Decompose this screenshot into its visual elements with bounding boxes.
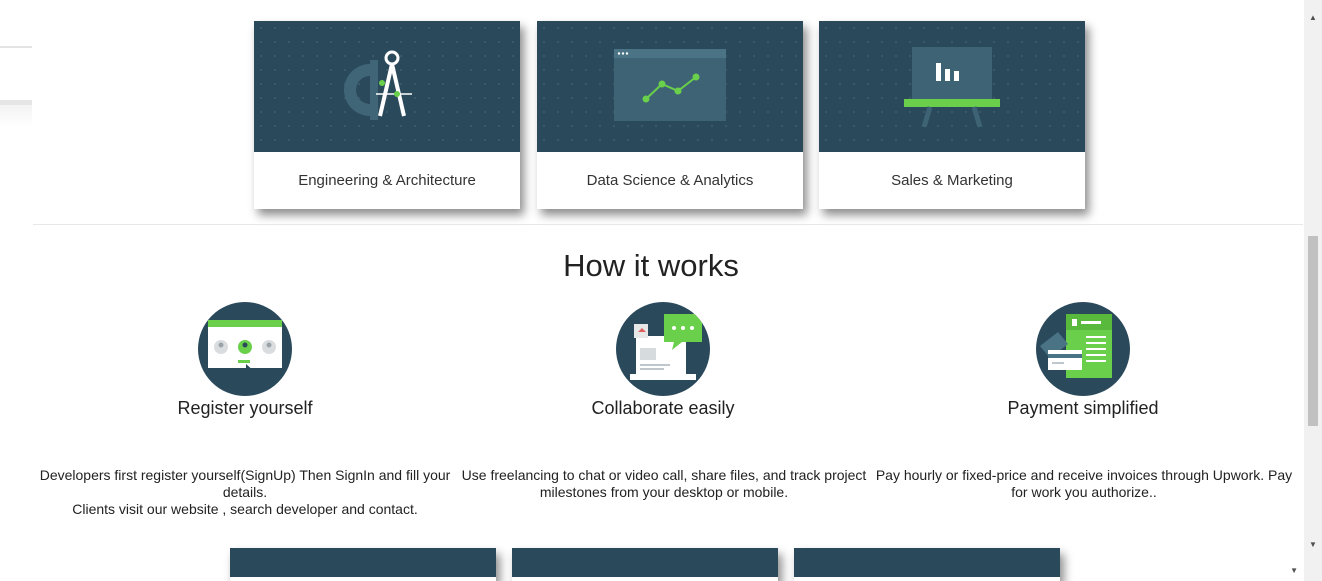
step-description-register: Developers first register yourself(SignU… bbox=[30, 467, 460, 518]
category-card-art bbox=[819, 21, 1085, 152]
category-card-data-science[interactable]: Data Science & Analytics bbox=[537, 21, 803, 209]
section-divider bbox=[33, 224, 1303, 225]
register-users-icon bbox=[198, 302, 292, 396]
step-payment: Payment simplified bbox=[873, 302, 1293, 419]
category-card-engineering[interactable]: Engineering & Architecture bbox=[254, 21, 520, 209]
category-card-art bbox=[537, 21, 803, 152]
step-title: Collaborate easily bbox=[591, 398, 735, 418]
category-label: Engineering & Architecture bbox=[298, 172, 476, 189]
line-chart-window-icon bbox=[614, 48, 726, 121]
category-card-partial[interactable] bbox=[512, 548, 778, 581]
scroll-down-arrow-icon[interactable]: ▼ bbox=[1290, 566, 1298, 575]
compass-icon bbox=[344, 50, 412, 120]
step-title: Payment simplified bbox=[1007, 398, 1159, 418]
category-card-partial[interactable] bbox=[794, 548, 1060, 581]
scroll-down-arrow-icon[interactable]: ▼ bbox=[1304, 537, 1322, 551]
how-it-works-title: How it works bbox=[563, 248, 739, 283]
scrollbar-thumb[interactable] bbox=[1308, 236, 1318, 426]
presentation-board-icon bbox=[904, 46, 1000, 127]
step-description-line: Pay hourly or fixed-price and receive in… bbox=[875, 467, 1293, 500]
chat-laptop-icon bbox=[616, 302, 710, 396]
step-description-line: Use freelancing to chat or video call, s… bbox=[461, 467, 867, 500]
step-description-payment: Pay hourly or fixed-price and receive in… bbox=[868, 467, 1300, 501]
vertical-scrollbar[interactable]: ▲ ▼ bbox=[1304, 0, 1322, 581]
category-label: Data Science & Analytics bbox=[586, 172, 754, 189]
left-panel-shadow bbox=[0, 105, 32, 127]
step-description-line: Clients visit our website , search devel… bbox=[72, 501, 418, 517]
invoice-card-icon bbox=[1036, 302, 1130, 396]
step-title: Register yourself bbox=[177, 398, 313, 418]
category-card-partial[interactable] bbox=[230, 548, 496, 581]
scroll-up-arrow-icon[interactable]: ▲ bbox=[1304, 10, 1322, 24]
category-card-sales[interactable]: Sales & Marketing bbox=[819, 21, 1085, 209]
step-register: Register yourself bbox=[35, 302, 455, 419]
step-description-line: Developers first register yourself(SignU… bbox=[39, 467, 451, 500]
category-label: Sales & Marketing bbox=[891, 172, 1013, 189]
step-description-collaborate: Use freelancing to chat or video call, s… bbox=[449, 467, 879, 501]
left-panel-edge bbox=[0, 46, 32, 48]
step-collaborate: Collaborate easily bbox=[453, 302, 873, 419]
category-card-art bbox=[254, 21, 520, 152]
